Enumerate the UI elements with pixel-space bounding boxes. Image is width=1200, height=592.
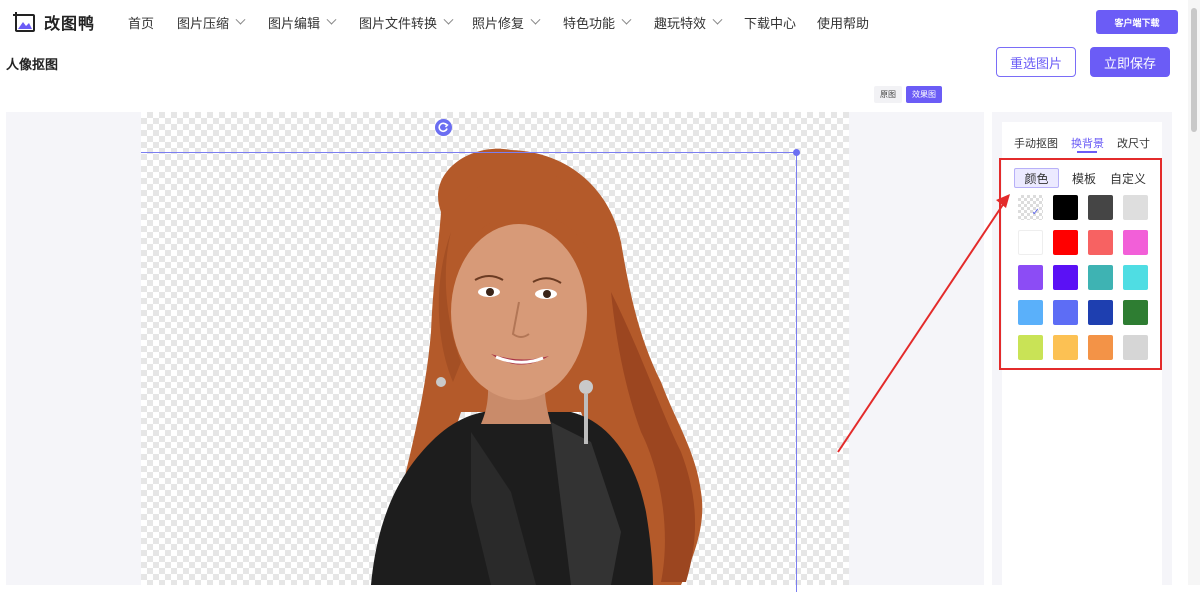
annotation-arrow [837, 194, 1010, 453]
scrollbar-thumb[interactable] [1191, 8, 1197, 132]
